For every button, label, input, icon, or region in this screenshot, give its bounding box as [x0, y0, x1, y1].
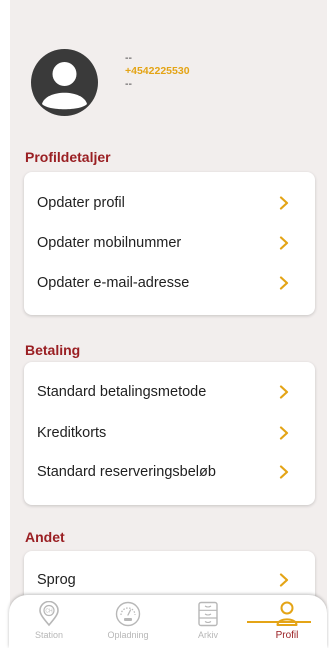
charging-gauge-icon [115, 601, 141, 627]
update-mobile-label: Opdater mobilnummer [37, 235, 182, 251]
chevron-right-icon [279, 385, 289, 399]
left-frame-strip [0, 0, 10, 648]
tab-charging-label: Opladning [107, 630, 149, 640]
chevron-right-icon [279, 465, 289, 479]
chevron-right-icon [279, 196, 289, 210]
default-payment-method-label: Standard betalingsmetode [37, 384, 207, 400]
tab-profile-label: Profil [275, 630, 299, 641]
archive-cabinet-icon [198, 601, 218, 627]
tab-archive-label: Arkiv [198, 630, 218, 640]
default-reservation-amount-label: Standard reserveringsbeløb [37, 464, 216, 480]
profile-email: -- [125, 78, 132, 90]
chevron-right-icon [279, 276, 289, 290]
credit-cards-row[interactable]: Kreditkorts [24, 413, 315, 453]
tab-station-label: Station [34, 630, 64, 640]
svg-text:CH: CH [45, 609, 53, 615]
update-profile-row[interactable]: Opdater profil [24, 183, 315, 223]
section-title-profile-details: Profildetaljer [25, 149, 111, 165]
chevron-right-icon [279, 573, 289, 587]
language-row[interactable]: Sprog [24, 560, 315, 600]
person-icon [276, 601, 298, 626]
credit-cards-label: Kreditkorts [37, 425, 107, 441]
tab-archive[interactable]: Arkiv [176, 595, 240, 648]
section-title-other: Andet [25, 529, 65, 545]
chevron-right-icon [279, 426, 289, 440]
avatar[interactable] [31, 49, 98, 116]
station-pin-icon: CH [39, 601, 59, 627]
update-email-label: Opdater e-mail-adresse [37, 275, 190, 291]
profile-phone: +4542225530 [125, 65, 190, 77]
profile-info: -- +4542225530 -- [125, 52, 190, 91]
payment-card: Standard betalingsmetode Kreditkorts Sta… [24, 362, 315, 505]
language-label: Sprog [37, 572, 76, 588]
chevron-right-icon [279, 236, 289, 250]
update-profile-label: Opdater profil [37, 195, 125, 211]
section-title-payment: Betaling [25, 342, 81, 358]
update-email-row[interactable]: Opdater e-mail-adresse [24, 263, 315, 303]
profile-name: -- [125, 52, 132, 64]
active-tab-indicator [247, 621, 311, 623]
profile-details-card: Opdater profil Opdater mobilnummer Opdat… [24, 172, 315, 315]
user-avatar-icon [31, 49, 98, 116]
tab-station[interactable]: CH Station [17, 595, 81, 648]
default-payment-method-row[interactable]: Standard betalingsmetode [24, 372, 315, 412]
tab-charging[interactable]: Opladning [96, 595, 160, 648]
update-mobile-row[interactable]: Opdater mobilnummer [24, 223, 315, 263]
default-reservation-amount-row[interactable]: Standard reserveringsbeløb [24, 452, 315, 492]
